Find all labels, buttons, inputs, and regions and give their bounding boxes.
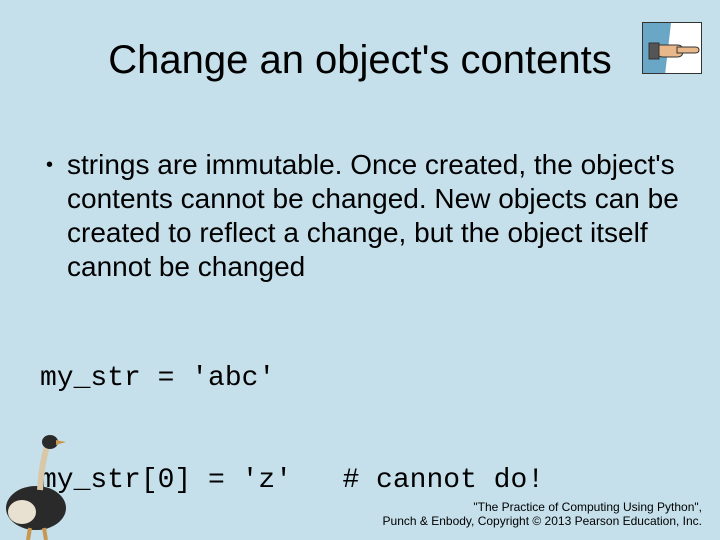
- slide: Change an object's contents • strings ar…: [0, 0, 720, 540]
- bullet-text: strings are immutable. Once created, the…: [67, 148, 680, 284]
- bullet-marker: •: [46, 148, 53, 182]
- footer-line: "The Practice of Computing Using Python"…: [383, 500, 702, 514]
- slide-title: Change an object's contents: [0, 38, 720, 83]
- bullet-item: • strings are immutable. Once created, t…: [40, 148, 680, 284]
- footer-line: Punch & Enbody, Copyright © 2013 Pearson…: [383, 514, 702, 528]
- code-line: my_str[0] = 'z' # cannot do!: [40, 464, 680, 498]
- ostrich-icon: [0, 430, 80, 540]
- code-line: my_str = 'abc': [40, 362, 680, 396]
- footer-credit: "The Practice of Computing Using Python"…: [383, 500, 702, 528]
- slide-body: • strings are immutable. Once created, t…: [40, 148, 680, 540]
